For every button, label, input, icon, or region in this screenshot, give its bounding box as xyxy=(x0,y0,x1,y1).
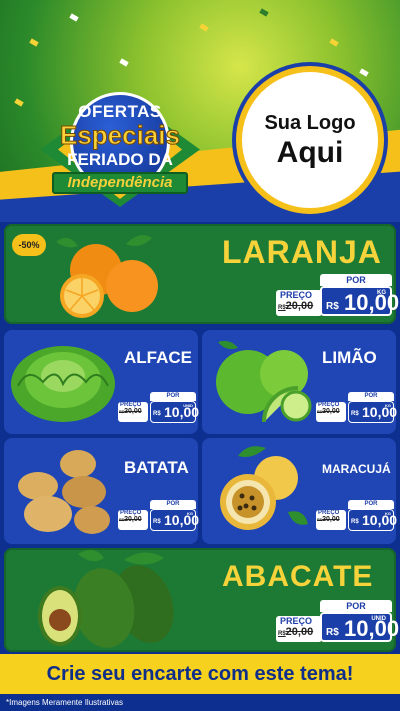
currency: R$ xyxy=(351,411,359,417)
current-price: R$ 10,00 UNID xyxy=(150,401,200,423)
confetti xyxy=(29,38,39,47)
price-value: 10,00 xyxy=(362,404,398,420)
badge-line3: FERIADO DA xyxy=(67,150,173,169)
price-tag: POR PREÇO R$20,00 R$ 10,00 UNID xyxy=(276,600,399,644)
confetti xyxy=(14,98,24,107)
product-card-batata: BATATA POR PREÇO R$20,00 R$ 10,00 KG xyxy=(4,438,200,544)
confetti xyxy=(359,68,369,77)
old-price-box: PREÇO R$20,00 xyxy=(316,402,346,422)
badge-line2: Especiais xyxy=(60,120,181,151)
price-value: 10,00 xyxy=(164,512,200,528)
product-name: LIMÃO xyxy=(322,348,377,367)
currency: R$ xyxy=(351,519,359,525)
product-name: BATATA xyxy=(124,458,189,477)
unit: KG xyxy=(385,403,391,408)
passion-fruit-icon xyxy=(220,446,308,530)
por-label: POR xyxy=(320,600,392,612)
disclaimer: *Imagens Meramente Ilustrativas xyxy=(6,698,123,707)
preco-label: PREÇO xyxy=(280,290,313,300)
old-price-box: PREÇO R$20,00 xyxy=(118,510,148,530)
potato-icon xyxy=(18,450,110,534)
current-price: R$ 10,00 UNID xyxy=(320,612,399,642)
badge-ribbon: Independência xyxy=(52,172,188,194)
preco-label: PREÇO xyxy=(280,616,313,626)
unit: KG xyxy=(187,511,193,516)
unit: KG xyxy=(377,290,386,296)
confetti xyxy=(119,58,129,67)
old-price-box: PREÇO R$20,00 xyxy=(276,616,322,642)
old-price: R$20,00 xyxy=(317,516,340,523)
old-price-box: PREÇO R$20,00 xyxy=(118,402,148,422)
price-tag: POR PREÇO R$20,00 R$ 10,00 KG xyxy=(118,500,200,532)
currency: R$ xyxy=(326,627,339,638)
unit: KG xyxy=(385,511,391,516)
current-price: R$ 10,00 KG xyxy=(320,286,399,316)
price-value: 10,00 xyxy=(344,290,400,315)
product-card-abacate: ABACATE POR PREÇO R$20,00 R$ 10,00 UNID xyxy=(4,548,399,652)
old-price: R$20,00 xyxy=(317,408,340,415)
old-price: R$20,00 xyxy=(119,516,142,523)
currency: R$ xyxy=(153,411,161,417)
old-price: R$20,00 xyxy=(278,300,314,312)
por-label: POR xyxy=(150,500,196,509)
por-label: POR xyxy=(320,274,392,286)
confetti xyxy=(69,13,79,22)
confetti xyxy=(259,8,269,17)
logo-line1: Sua Logo xyxy=(264,112,356,134)
old-price: R$20,00 xyxy=(119,408,142,415)
badge-line1: OFERTAS xyxy=(78,102,162,121)
product-name: ABACATE xyxy=(222,560,374,593)
lime-icon xyxy=(216,340,312,423)
old-price-box: PREÇO R$20,00 xyxy=(276,290,322,316)
por-label: POR xyxy=(150,392,196,401)
current-price: R$ 10,00 KG xyxy=(348,509,398,531)
header-banner: OFERTAS Especiais FERIADO DA Independênc… xyxy=(0,0,400,222)
currency: R$ xyxy=(153,519,161,525)
price-tag: POR PREÇO R$20,00 R$ 10,00 KG xyxy=(276,274,399,318)
confetti xyxy=(199,23,209,32)
avocado-icon xyxy=(38,549,174,648)
old-price: R$20,00 xyxy=(278,626,314,638)
price-value: 10,00 xyxy=(362,512,398,528)
logo-placeholder: Sua Logo Aqui xyxy=(236,66,384,214)
price-tag: POR PREÇO R$20,00 R$ 10,00 UNID xyxy=(118,392,200,424)
product-card-limao: LIMÃO POR PREÇO R$20,00 R$ 10,00 KG xyxy=(202,330,398,434)
product-name: MARACUJÁ xyxy=(322,462,391,476)
por-label: POR xyxy=(348,392,394,401)
current-price: R$ 10,00 KG xyxy=(348,401,398,423)
product-card-laranja: -50% LARANJA POR PREÇO R$20,00 R$ 10,00 … xyxy=(4,224,399,324)
price-value: 10,00 xyxy=(164,404,200,420)
holiday-offers-badge: OFERTAS Especiais FERIADO DA Independênc… xyxy=(40,82,200,217)
product-card-alface: ALFACE POR PREÇO R$20,00 R$ 10,00 UNID xyxy=(4,330,200,434)
discount-tag: -50% xyxy=(12,234,46,256)
product-name: ALFACE xyxy=(124,348,192,367)
price-tag: POR PREÇO R$20,00 R$ 10,00 KG xyxy=(316,500,398,532)
product-card-maracuja: MARACUJÁ POR PREÇO R$20,00 R$ 10,00 KG xyxy=(202,438,398,544)
old-price-box: PREÇO R$20,00 xyxy=(316,510,346,530)
price-tag: POR PREÇO R$20,00 R$ 10,00 KG xyxy=(316,392,398,424)
unit: UNID xyxy=(371,616,386,622)
lettuce-icon xyxy=(11,346,115,422)
unit: UNID xyxy=(183,403,193,408)
orange-icon xyxy=(56,235,158,318)
product-name: LARANJA xyxy=(222,234,382,270)
confetti xyxy=(329,38,339,47)
currency: R$ xyxy=(326,301,339,312)
logo-line2: Aqui xyxy=(276,136,344,169)
cta-banner: Crie seu encarte com este tema! xyxy=(0,654,400,694)
current-price: R$ 10,00 KG xyxy=(150,509,200,531)
por-label: POR xyxy=(348,500,394,509)
